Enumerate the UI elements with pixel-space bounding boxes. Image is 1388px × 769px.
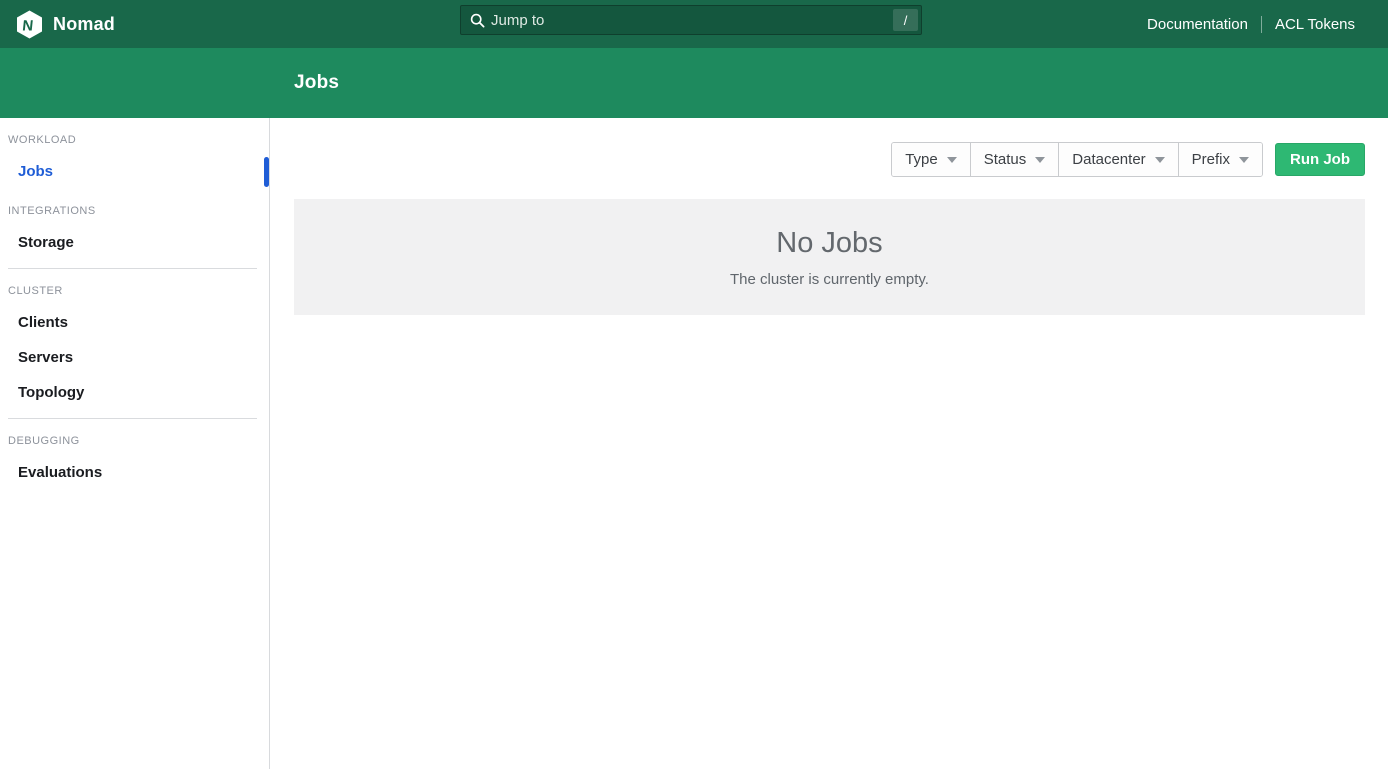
search-input[interactable]	[461, 6, 921, 34]
page-title: Jobs	[294, 72, 339, 94]
sidebar-navigation: WORKLOAD Jobs INTEGRATIONS Storage CLUST…	[0, 118, 270, 769]
sidebar-item-storage[interactable]: Storage	[0, 225, 269, 260]
nomad-logo-icon: N	[16, 10, 43, 39]
sidebar-item-label: Topology	[18, 384, 84, 401]
sidebar-section-workload: WORKLOAD	[8, 134, 269, 146]
sidebar-item-label: Evaluations	[18, 464, 102, 481]
sidebar-item-jobs[interactable]: Jobs	[0, 154, 269, 189]
sidebar-item-label: Servers	[18, 349, 73, 366]
chevron-down-icon	[1155, 157, 1165, 163]
empty-state-message: The cluster is currently empty.	[730, 271, 929, 288]
sidebar-section-debugging: DEBUGGING	[8, 435, 269, 447]
top-navigation-bar: N Nomad / Documentation ACL Tokens	[0, 0, 1388, 48]
sidebar-section-cluster: CLUSTER	[8, 285, 269, 297]
sidebar-item-label: Storage	[18, 234, 74, 251]
chevron-down-icon	[947, 157, 957, 163]
keyboard-shortcut-hint: /	[893, 9, 918, 31]
brand-name: Nomad	[53, 14, 115, 35]
page-header-bar: Jobs	[0, 48, 1388, 118]
status-filter-dropdown[interactable]: Status	[971, 143, 1060, 176]
empty-state-panel: No Jobs The cluster is currently empty.	[294, 199, 1365, 315]
link-separator	[1261, 16, 1262, 33]
svg-text:N: N	[22, 17, 35, 34]
active-indicator	[264, 157, 269, 187]
dropdown-label: Prefix	[1192, 151, 1230, 168]
sidebar-item-clients[interactable]: Clients	[0, 305, 269, 340]
sidebar-item-evaluations[interactable]: Evaluations	[0, 455, 269, 490]
datacenter-filter-dropdown[interactable]: Datacenter	[1059, 143, 1178, 176]
dropdown-label: Type	[905, 151, 938, 168]
sidebar-item-servers[interactable]: Servers	[0, 340, 269, 375]
sidebar-divider	[8, 268, 257, 269]
documentation-link[interactable]: Documentation	[1147, 16, 1248, 33]
prefix-filter-dropdown[interactable]: Prefix	[1179, 143, 1262, 176]
chevron-down-icon	[1239, 157, 1249, 163]
sidebar-item-label: Jobs	[18, 163, 53, 180]
type-filter-dropdown[interactable]: Type	[892, 143, 971, 176]
filter-toolbar: Type Status Datacenter Prefix Run Job	[294, 142, 1365, 177]
dropdown-label: Datacenter	[1072, 151, 1145, 168]
run-job-button[interactable]: Run Job	[1275, 143, 1365, 176]
dropdown-label: Status	[984, 151, 1027, 168]
empty-state-title: No Jobs	[776, 227, 882, 260]
sidebar-item-topology[interactable]: Topology	[0, 375, 269, 410]
chevron-down-icon	[1035, 157, 1045, 163]
jump-to-search[interactable]: /	[460, 5, 922, 35]
search-icon	[470, 13, 485, 33]
sidebar-item-label: Clients	[18, 314, 68, 331]
filter-dropdown-group: Type Status Datacenter Prefix	[891, 142, 1263, 177]
sidebar-divider	[8, 418, 257, 419]
topbar-links: Documentation ACL Tokens	[1147, 16, 1388, 33]
acl-tokens-link[interactable]: ACL Tokens	[1275, 16, 1355, 33]
sidebar-section-integrations: INTEGRATIONS	[8, 205, 269, 217]
nomad-home-link[interactable]: N Nomad	[0, 10, 115, 39]
main-content: Type Status Datacenter Prefix Run Job	[270, 118, 1388, 769]
